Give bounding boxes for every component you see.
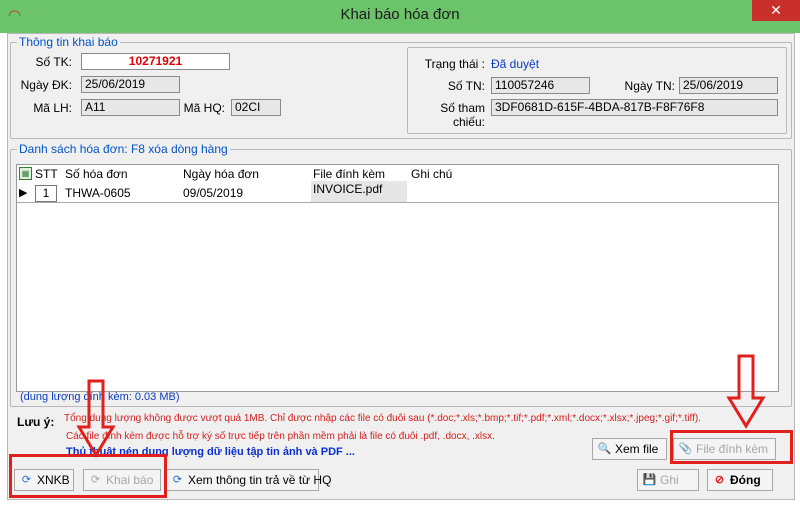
- so-tk-label: Số TK:: [35, 55, 72, 69]
- col-stt-header[interactable]: STT: [35, 167, 58, 181]
- dong-button[interactable]: ⊘ Đóng: [707, 469, 773, 491]
- arrow-down-icon: [76, 379, 116, 458]
- trang-thai-value: Đã duyệt: [491, 57, 540, 71]
- col-so-hoa-don-header[interactable]: Số hóa đơn: [65, 167, 128, 181]
- cell-so-hoa-don[interactable]: THWA-0605: [65, 184, 131, 202]
- ngay-tn-field: 25/06/2019: [679, 77, 778, 94]
- so-tn-label: Số TN:: [447, 79, 485, 93]
- ngay-dk-label: Ngày ĐK:: [20, 78, 72, 92]
- cell-file-text: INVOICE.pdf: [313, 182, 383, 196]
- ghi-label: Ghi: [660, 473, 679, 487]
- notes-line-2: Các file đính kèm được hỗ trợ ký số trực…: [66, 431, 495, 442]
- col-file-header[interactable]: File đính kèm: [313, 167, 385, 181]
- info-return-icon: ⟳: [172, 474, 183, 486]
- row-divider: [17, 202, 778, 203]
- so-tn-field: 110057246: [491, 77, 590, 94]
- so-tk-field[interactable]: 10271921: [81, 53, 230, 70]
- arrow-down-icon: [726, 354, 766, 429]
- close-icon: ⊘: [714, 474, 725, 486]
- row-selector-icon: ▶: [19, 187, 28, 199]
- dong-label: Đóng: [730, 473, 761, 487]
- notes-line-1: Tổng dung lượng không được vượt quá 1MB.…: [64, 413, 702, 424]
- xem-thong-tin-label: Xem thông tin trả về từ HQ: [188, 473, 332, 487]
- title-bar: ◠ Khai báo hóa đơn ✕: [0, 0, 800, 33]
- col-ghi-chu-header[interactable]: Ghi chú: [411, 167, 452, 181]
- ma-hq-label: Mã HQ:: [183, 101, 225, 115]
- so-tham-chieu-field: 3DF0681D-615F-4BDA-817B-F8F76F8: [491, 99, 778, 116]
- col-ngay-hoa-don-header[interactable]: Ngày hóa đơn: [183, 167, 259, 181]
- grid-corner-icon[interactable]: ▦: [19, 167, 32, 180]
- xem-file-label: Xem file: [615, 442, 659, 456]
- ma-hq-field: 02CI: [231, 99, 281, 116]
- ma-lh-field: A11: [81, 99, 180, 116]
- cell-stt: 1: [35, 185, 57, 202]
- ghi-button[interactable]: 💾 Ghi: [637, 469, 699, 491]
- window-title: Khai báo hóa đơn: [340, 6, 460, 23]
- highlight-xnkb: [9, 454, 167, 498]
- view-file-icon: 🔍: [597, 443, 612, 455]
- trang-thai-label: Trạng thái :: [424, 57, 485, 71]
- ma-lh-label: Mã LH:: [33, 101, 72, 115]
- so-tham-chieu-label: Số tham chiếu:: [440, 101, 485, 129]
- cell-ngay-hoa-don[interactable]: 09/05/2019: [183, 184, 243, 202]
- save-icon: 💾: [642, 474, 657, 486]
- highlight-file-dinh-kem: [670, 430, 793, 464]
- dialog-body: LOGISTICS SONG ÁNH Thông tin khai báo Số…: [7, 33, 795, 500]
- info-group-title: Thông tin khai báo: [17, 35, 120, 49]
- ngay-dk-field: 25/06/2019: [81, 76, 180, 93]
- ngay-tn-label: Ngày TN:: [624, 79, 675, 93]
- close-window-button[interactable]: ✕: [752, 0, 800, 21]
- invoice-grid[interactable]: ▦ STT Số hóa đơn Ngày hóa đơn File đính …: [16, 164, 779, 392]
- xem-thong-tin-button[interactable]: ⟳ Xem thông tin trả về từ HQ: [165, 469, 331, 491]
- xem-file-button[interactable]: 🔍 Xem file: [592, 438, 667, 460]
- notes-label: Lưu ý:: [17, 415, 55, 429]
- invoice-group-title: Danh sách hóa đơn: F8 xóa dòng hàng: [17, 142, 230, 156]
- table-row[interactable]: ▶ 1 THWA-0605 09/05/2019 INVOICE.pdf: [17, 181, 778, 203]
